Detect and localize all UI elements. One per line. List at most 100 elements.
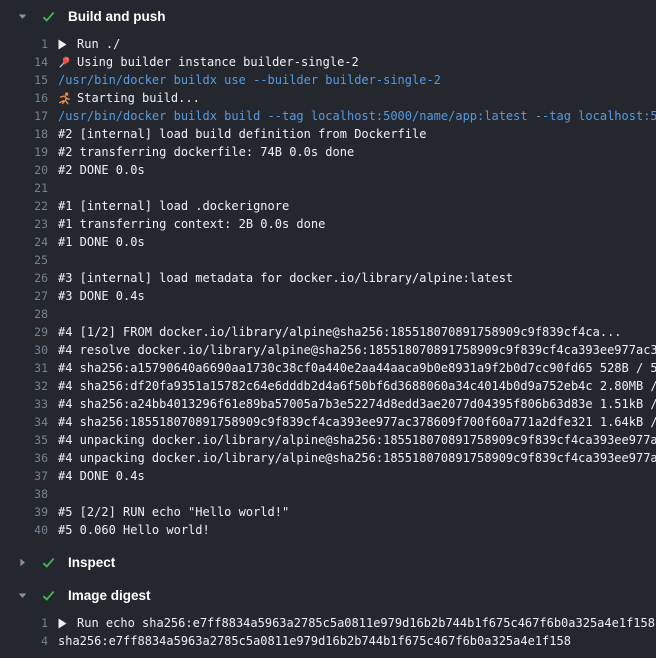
- log-line: 29 #4 [1/2] FROM docker.io/library/alpine…: [0, 323, 656, 341]
- run-group-expander-play-icon[interactable]: [58, 39, 74, 50]
- line-number[interactable]: 30: [0, 341, 48, 359]
- log-text: #4 sha256:a24bb4013296f61e89ba57005a7b3e…: [58, 395, 656, 413]
- log-line-content: #2 DONE 0.0s: [58, 161, 656, 179]
- section-title: Image digest: [68, 587, 151, 604]
- workflow-log-viewer: Build and push1Run ./14Using builder ins…: [0, 0, 656, 657]
- command-text: /usr/bin/docker buildx use --builder bui…: [58, 71, 441, 89]
- log-line: 30#4 resolve docker.io/library/alpine@sh…: [0, 341, 656, 359]
- line-number[interactable]: 36: [0, 449, 48, 467]
- log-line-content: #4 unpacking docker.io/library/alpine@sh…: [58, 449, 656, 467]
- section-header-build-and-push[interactable]: Build and push: [0, 0, 656, 33]
- line-number[interactable]: 19: [0, 143, 48, 161]
- log-text: #4 sha256:a15790640a6690aa1730c38cf0a440…: [58, 359, 656, 377]
- line-number[interactable]: 16: [0, 89, 48, 107]
- line-number[interactable]: 17: [0, 107, 48, 125]
- log-text: Starting build...: [77, 89, 200, 107]
- log-line-content: /usr/bin/docker buildx build --tag local…: [58, 107, 656, 125]
- line-number[interactable]: 31: [0, 359, 48, 377]
- log-text: sha256:e7ff8834a5963a2785c5a0811e979d16b…: [58, 632, 571, 650]
- log-text: #5 0.060 Hello world!: [58, 521, 210, 539]
- line-number[interactable]: 24: [0, 233, 48, 251]
- log-line-content: Run ./: [58, 35, 656, 53]
- line-number[interactable]: 35: [0, 431, 48, 449]
- section-header-image-digest[interactable]: Image digest: [0, 579, 656, 612]
- log-line-content: #5 [2/2] RUN echo "Hello world!": [58, 503, 656, 521]
- line-number[interactable]: 39: [0, 503, 48, 521]
- line-number[interactable]: 34: [0, 413, 48, 431]
- log-text: #4 [1/2] FROM docker.io/library/alpine@s…: [58, 323, 622, 341]
- log-line-content: #2 [internal] load build definition from…: [58, 125, 656, 143]
- log-line-content: Using builder instance builder-single-2: [58, 53, 656, 71]
- runner-icon: [58, 92, 74, 105]
- log-line: 34 #4 sha256:185518070891758909c9f839cf4c…: [0, 413, 656, 431]
- chevron-down-icon: [17, 590, 28, 602]
- log-line: 33 #4 sha256:a24bb4013296f61e89ba57005a7b…: [0, 395, 656, 413]
- line-number[interactable]: 18: [0, 125, 48, 143]
- line-number[interactable]: 4: [0, 632, 48, 650]
- log-line: 16 Starting build...: [0, 89, 656, 107]
- log-line-content: #4 sha256:a24bb4013296f61e89ba57005a7b3e…: [58, 395, 656, 413]
- log-line-content: #1 transferring context: 2B 0.0s done: [58, 215, 656, 233]
- line-number[interactable]: 14: [0, 53, 48, 71]
- line-number[interactable]: 22: [0, 197, 48, 215]
- line-number[interactable]: 37: [0, 467, 48, 485]
- line-number[interactable]: 1: [0, 35, 48, 53]
- log-text: #4 sha256:185518070891758909c9f839cf4ca3…: [58, 413, 656, 431]
- line-number[interactable]: 32: [0, 377, 48, 395]
- line-number[interactable]: 21: [0, 179, 48, 197]
- log-text: #1 DONE 0.0s: [58, 233, 145, 251]
- log-line-content: #4 sha256:df20fa9351a15782c64e6dddb2d4a6…: [58, 377, 656, 395]
- log-line: 38: [0, 485, 656, 503]
- log-line: 32 #4 sha256:df20fa9351a15782c64e6dddb2d4…: [0, 377, 656, 395]
- log-text: #2 transferring dockerfile: 74B 0.0s don…: [58, 143, 354, 161]
- log-text: #3 [internal] load metadata for docker.i…: [58, 269, 513, 287]
- run-group-expander-play-icon[interactable]: [58, 618, 74, 629]
- log-text: #4 unpacking docker.io/library/alpine@sh…: [58, 431, 656, 449]
- log-line: 39 #5 [2/2] RUN echo "Hello world!": [0, 503, 656, 521]
- command-text: /usr/bin/docker buildx build --tag local…: [58, 107, 656, 125]
- log-line: 37 #4 DONE 0.4s: [0, 467, 656, 485]
- section-image-digest: Image digest 1Run echo sha256:e7ff8834a59…: [0, 579, 656, 657]
- log-line-content: #2 transferring dockerfile: 74B 0.0s don…: [58, 143, 656, 161]
- section-header-inspect[interactable]: Inspect: [0, 546, 656, 579]
- line-number[interactable]: 26: [0, 269, 48, 287]
- line-number[interactable]: 29: [0, 323, 48, 341]
- log-line: 24 #1 DONE 0.0s: [0, 233, 656, 251]
- line-number[interactable]: 40: [0, 521, 48, 539]
- log-line: 1Run echo sha256:e7ff8834a5963a2785c5a08…: [0, 614, 656, 632]
- log-lines: 1Run echo sha256:e7ff8834a5963a2785c5a08…: [0, 612, 656, 657]
- section-inspect: Inspect: [0, 546, 656, 579]
- line-number[interactable]: 15: [0, 71, 48, 89]
- log-text: #4 DONE 0.4s: [58, 467, 145, 485]
- log-line: 1 Run ./: [0, 35, 656, 53]
- log-text: #4 unpacking docker.io/library/alpine@sh…: [58, 449, 656, 467]
- chevron-right-icon: [17, 557, 28, 569]
- line-number[interactable]: 28: [0, 305, 48, 323]
- line-number[interactable]: 33: [0, 395, 48, 413]
- log-line-content: Starting build...: [58, 89, 656, 107]
- log-line-content: #4 [1/2] FROM docker.io/library/alpine@s…: [58, 323, 656, 341]
- log-text: #1 [internal] load .dockerignore: [58, 197, 289, 215]
- log-line-content: #4 unpacking docker.io/library/alpine@sh…: [58, 431, 656, 449]
- log-text: #3 DONE 0.4s: [58, 287, 145, 305]
- log-line: 31 #4 sha256:a15790640a6690aa1730c38cf0a4…: [0, 359, 656, 377]
- log-line: 23 #1 transferring context: 2B 0.0s done: [0, 215, 656, 233]
- section-title: Inspect: [68, 554, 115, 571]
- log-line: 28: [0, 305, 656, 323]
- log-line: 22 #1 [internal] load .dockerignore: [0, 197, 656, 215]
- log-line-content: #3 DONE 0.4s: [58, 287, 656, 305]
- log-line-content: #1 [internal] load .dockerignore: [58, 197, 656, 215]
- section-build-and-push: Build and push 1 Run ./ 14 Using builder ins…: [0, 0, 656, 546]
- log-line-content: #4 sha256:a15790640a6690aa1730c38cf0a440…: [58, 359, 656, 377]
- log-line: 15/usr/bin/docker buildx use --builder b…: [0, 71, 656, 89]
- log-line: 17/usr/bin/docker buildx build --tag loc…: [0, 107, 656, 125]
- line-number[interactable]: 23: [0, 215, 48, 233]
- line-number[interactable]: 38: [0, 485, 48, 503]
- line-number[interactable]: 20: [0, 161, 48, 179]
- line-number[interactable]: 27: [0, 287, 48, 305]
- log-lines: 1 Run ./ 14 Using builder instance builder-…: [0, 33, 656, 546]
- line-number[interactable]: 1: [0, 614, 48, 632]
- log-line: 20 #2 DONE 0.0s: [0, 161, 656, 179]
- log-line-content: #1 DONE 0.0s: [58, 233, 656, 251]
- line-number[interactable]: 25: [0, 251, 48, 269]
